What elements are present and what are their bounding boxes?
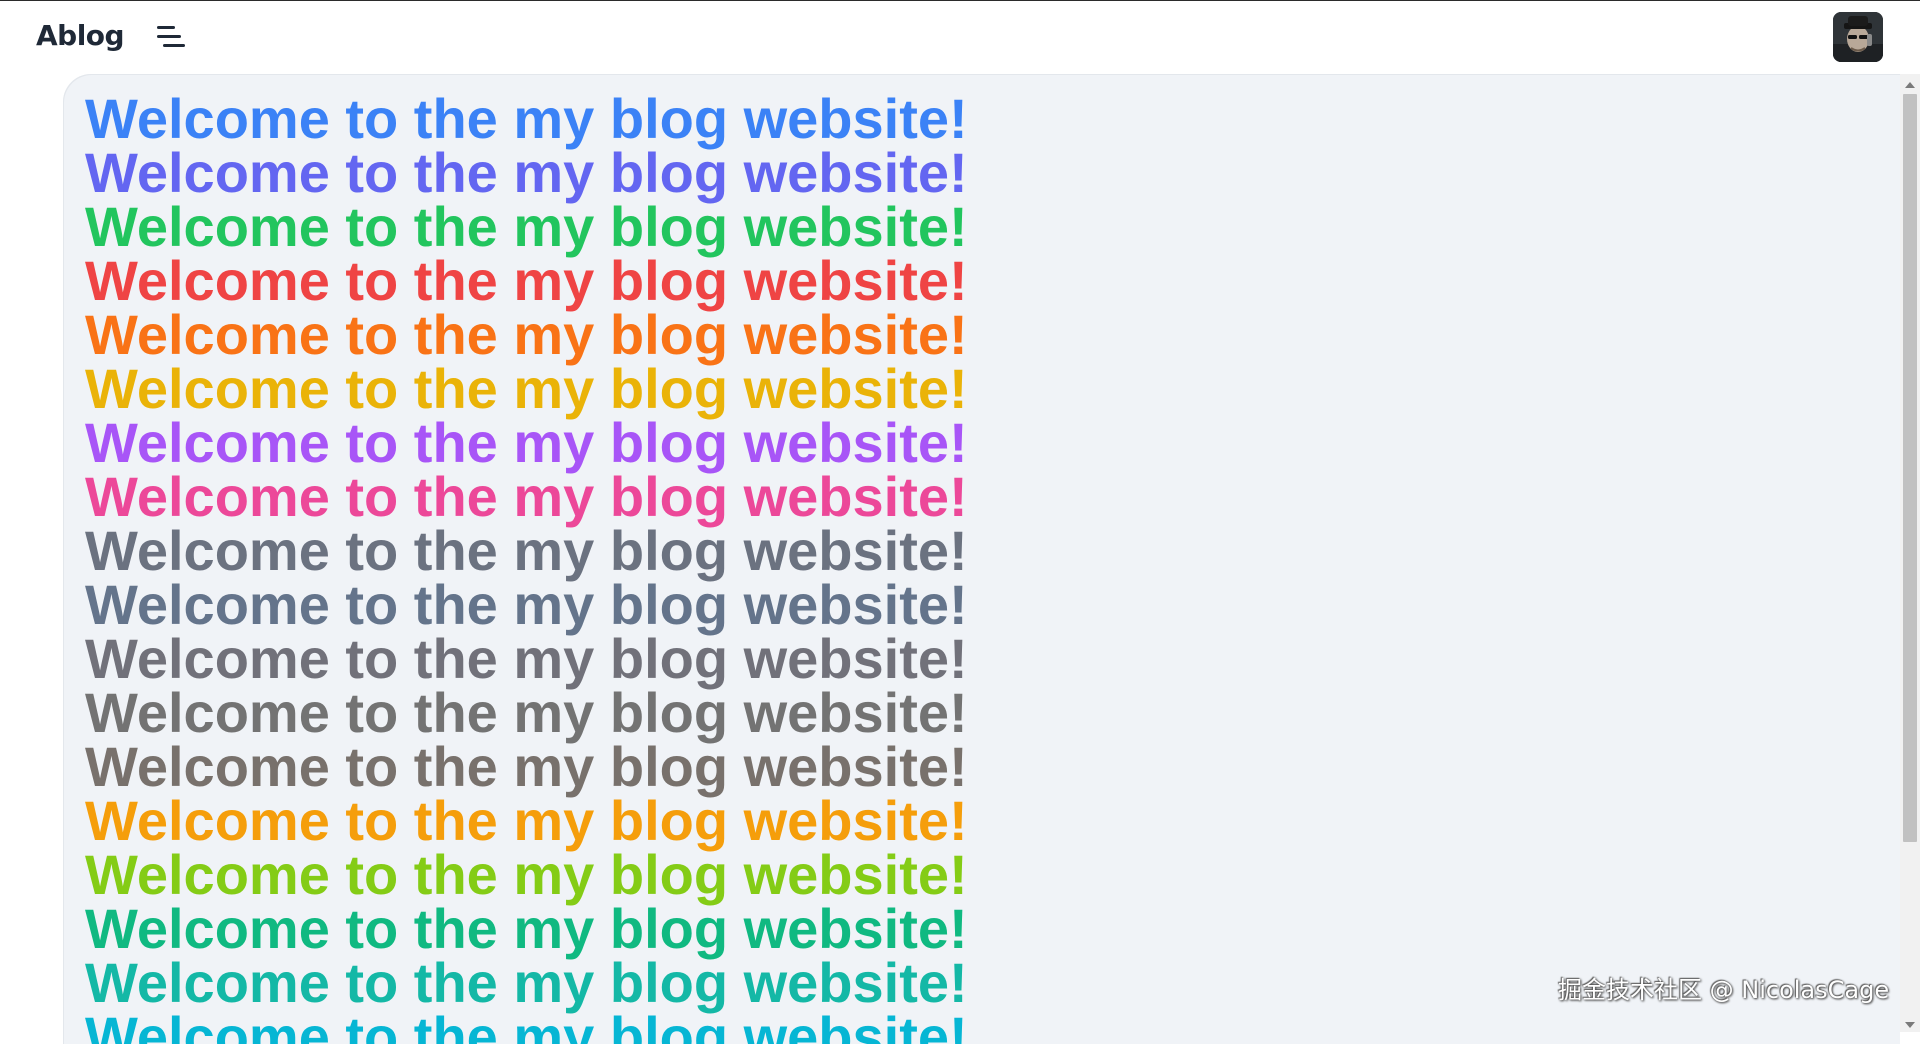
- welcome-line: Welcome to the my blog website!: [85, 141, 968, 204]
- welcome-line: Welcome to the my blog website!: [85, 249, 968, 312]
- welcome-line: Welcome to the my blog website!: [85, 411, 968, 474]
- menu-line: [157, 35, 181, 38]
- user-avatar[interactable]: [1833, 12, 1883, 62]
- menu-line: [163, 44, 185, 47]
- scroll-up-arrow-icon[interactable]: [1905, 82, 1915, 88]
- watermark: 掘金技术社区 @ NicolasCage: [1558, 976, 1890, 1004]
- menu-line: [157, 26, 175, 29]
- welcome-line: Welcome to the my blog website!: [85, 303, 968, 366]
- welcome-line: Welcome to the my blog website!: [85, 789, 968, 852]
- welcome-line: Welcome to the my blog website!: [85, 87, 968, 150]
- welcome-line: Welcome to the my blog website!: [85, 681, 968, 744]
- vertical-scrollbar[interactable]: [1900, 74, 1920, 1032]
- welcome-line: Welcome to the my blog website!: [85, 843, 968, 906]
- top-navbar: Ablog: [0, 1, 1920, 73]
- avatar-image: [1833, 12, 1883, 62]
- menu-fold-icon[interactable]: [155, 22, 187, 54]
- welcome-line: Welcome to the my blog website!: [85, 519, 968, 582]
- welcome-line: Welcome to the my blog website!: [85, 573, 968, 636]
- welcome-line: Welcome to the my blog website!: [85, 735, 968, 798]
- welcome-line: Welcome to the my blog website!: [85, 357, 968, 420]
- scrollbar-thumb[interactable]: [1903, 94, 1917, 842]
- welcome-line: Welcome to the my blog website!: [85, 1005, 968, 1044]
- welcome-line: Welcome to the my blog website!: [85, 627, 968, 690]
- welcome-line: Welcome to the my blog website!: [85, 951, 968, 1014]
- scroll-down-arrow-icon[interactable]: [1905, 1022, 1915, 1028]
- brand-logo-text[interactable]: Ablog: [36, 19, 125, 52]
- welcome-line: Welcome to the my blog website!: [85, 465, 968, 528]
- welcome-list: Welcome to the my blog website! Welcome t…: [85, 87, 968, 1044]
- content-area: Welcome to the my blog website! Welcome t…: [63, 74, 1900, 1044]
- welcome-line: Welcome to the my blog website!: [85, 195, 968, 258]
- welcome-line: Welcome to the my blog website!: [85, 897, 968, 960]
